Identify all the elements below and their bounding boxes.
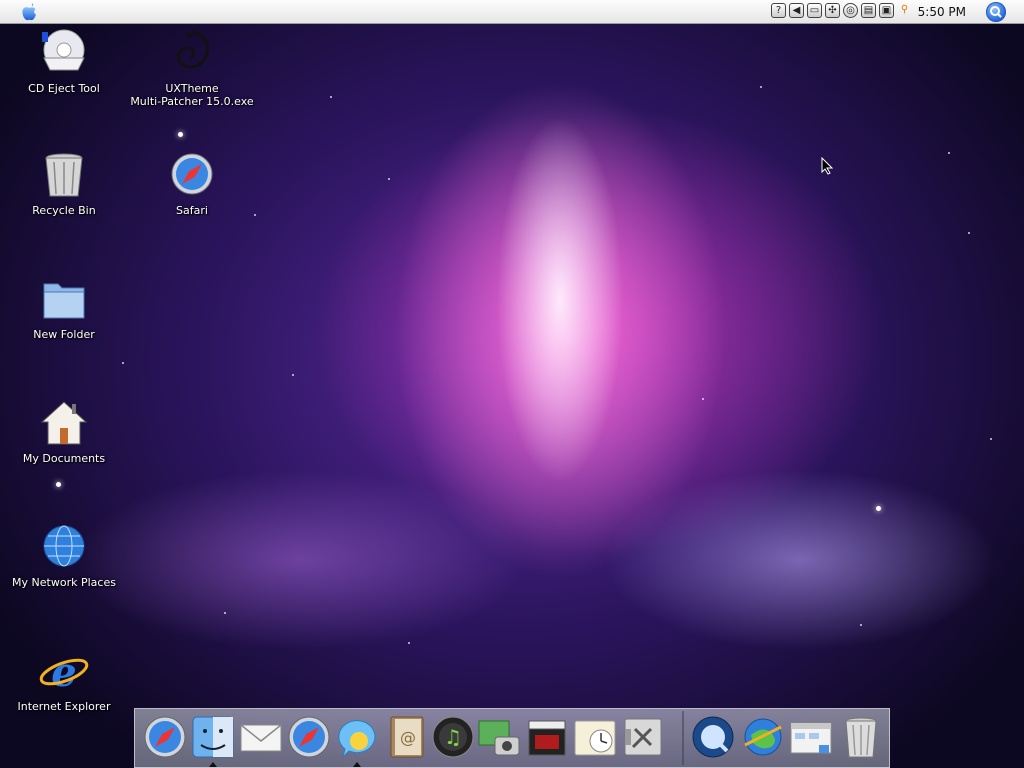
internet-connect-icon: [744, 718, 782, 756]
star: [292, 374, 294, 376]
desktop-icon-label: CD Eject Tool: [28, 82, 100, 95]
itunes-icon: ♫: [432, 716, 474, 758]
system-preferences-icon: [624, 718, 662, 756]
mail-icon: [240, 724, 282, 752]
window-icon[interactable]: ▣: [879, 3, 894, 18]
speaker-icon[interactable]: ◀: [789, 3, 804, 18]
desktop-icon-my-documents[interactable]: My Documents: [0, 398, 128, 465]
star: [968, 232, 970, 234]
desktop: ? ◀ ▭ ✣ ◎ ▤ ▣ ⚲ 5:50 PM CD Eject Tool UX…: [0, 0, 1024, 768]
cd-eject-icon: [42, 29, 85, 71]
cd-icon[interactable]: ◎: [843, 3, 858, 18]
running-indicator: [353, 762, 361, 767]
svg-text:e: e: [51, 649, 76, 696]
desktop-icon-new-folder[interactable]: New Folder: [0, 274, 128, 341]
display-icon[interactable]: ▭: [807, 3, 822, 18]
safari-icon: [144, 716, 186, 758]
dock-item-mail[interactable]: [239, 715, 283, 759]
desktop-icon-label: UXTheme Multi-Patcher 15.0.exe: [130, 82, 254, 108]
safari-icon: [288, 716, 330, 758]
mouse-cursor-icon: [821, 157, 833, 175]
help-icon[interactable]: ?: [771, 3, 786, 18]
star: [388, 178, 390, 180]
star: [224, 612, 226, 614]
dock-item-system-preferences[interactable]: [621, 715, 665, 759]
safari-compass-icon: [171, 153, 213, 195]
dock-item-imovie[interactable]: [525, 715, 569, 759]
dock-item-quicktime[interactable]: [691, 715, 735, 759]
star: [56, 482, 61, 487]
network-globe-icon: [43, 525, 85, 567]
ical-icon: [574, 720, 616, 756]
dock-item-itunes[interactable]: ♫: [431, 715, 475, 759]
running-indicator: [209, 762, 217, 767]
menu-clock[interactable]: 5:50 PM: [918, 5, 966, 19]
dock-item-address-book[interactable]: @: [385, 715, 429, 759]
dock-item-ichat[interactable]: [335, 715, 379, 767]
apple-menu-icon[interactable]: [20, 2, 38, 21]
monitor-icon[interactable]: ▤: [861, 3, 876, 18]
dock-item-trash[interactable]: [839, 715, 883, 759]
star: [990, 438, 992, 440]
dock-item-safari-2[interactable]: [287, 715, 331, 759]
network-icon[interactable]: ✣: [825, 3, 840, 18]
iphoto-icon: [478, 720, 520, 756]
desktop-icon-uxtheme[interactable]: UXTheme Multi-Patcher 15.0.exe: [128, 28, 256, 108]
address-book-icon: @: [390, 716, 424, 758]
desktop-icon-safari[interactable]: Safari: [128, 150, 256, 217]
menu-bar: ? ◀ ▭ ✣ ◎ ▤ ▣ ⚲ 5:50 PM: [0, 0, 1024, 24]
folder-icon: [43, 283, 85, 319]
star: [408, 642, 410, 644]
desktop-icon-my-network-places[interactable]: My Network Places: [0, 522, 128, 589]
desktop-icon-label: Safari: [176, 204, 208, 217]
dock-item-finder[interactable]: [191, 715, 235, 767]
desktop-icon-label: My Documents: [22, 452, 106, 465]
imovie-icon: [528, 720, 566, 756]
svg-text:@: @: [400, 728, 416, 747]
dragon-icon: [176, 30, 209, 69]
star: [178, 132, 183, 137]
desktop-icon-recycle-bin[interactable]: Recycle Bin: [0, 150, 128, 217]
dock: @ ♫: [134, 708, 890, 768]
folder-window-icon: [790, 722, 832, 754]
dock-separator: [682, 711, 684, 765]
star: [876, 506, 881, 511]
desktop-icon-label: My Network Places: [12, 576, 116, 589]
dock-item-internet-connect[interactable]: [741, 715, 785, 759]
ichat-icon: [338, 720, 376, 759]
trash-can-icon: [845, 717, 877, 758]
star: [702, 398, 704, 400]
search-glass-icon[interactable]: ⚲: [897, 3, 912, 18]
ie-icon: e: [39, 649, 89, 696]
status-tray: ? ◀ ▭ ✣ ◎ ▤ ▣ ⚲: [771, 3, 912, 18]
star: [330, 96, 332, 98]
desktop-icon-internet-explorer[interactable]: e Internet Explorer: [0, 646, 128, 713]
trash-icon: [45, 153, 83, 197]
home-icon: [40, 401, 88, 445]
spotlight-search-icon[interactable]: [986, 2, 1006, 22]
desktop-icon-cd-eject-tool[interactable]: CD Eject Tool: [0, 28, 128, 95]
star: [860, 624, 862, 626]
dock-item-safari[interactable]: [143, 715, 187, 759]
desktop-icon-label: Recycle Bin: [32, 204, 96, 217]
desktop-icon-label: Internet Explorer: [17, 700, 111, 713]
star: [122, 362, 124, 364]
desktop-icon-label: New Folder: [33, 328, 95, 341]
dock-item-ical[interactable]: [573, 715, 617, 759]
dock-item-folder-window[interactable]: [789, 715, 833, 759]
finder-icon: [192, 716, 234, 758]
star: [760, 86, 762, 88]
dock-item-iphoto[interactable]: [477, 715, 521, 759]
star: [948, 152, 950, 154]
quicktime-icon: [692, 716, 734, 758]
svg-text:♫: ♫: [444, 725, 462, 749]
